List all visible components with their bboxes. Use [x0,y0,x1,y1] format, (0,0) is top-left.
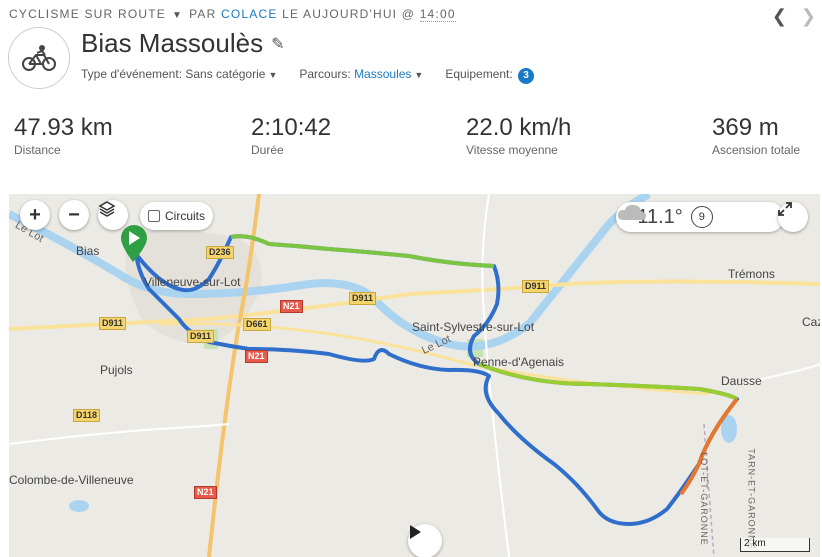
layers-icon [98,201,116,217]
route-track-warm [230,234,495,268]
place-label: Caz [802,315,820,329]
road-shield: D911 [99,317,127,330]
circuits-label: Circuits [165,209,206,223]
route-value[interactable]: Massoules [354,67,411,81]
play-icon [410,525,421,539]
cloud-icon [617,204,647,220]
road-shield: N21 [245,350,268,363]
activity-stats: 47.93 km Distance 2:10:42 Durée 22.0 km/… [0,114,822,162]
stat-value: 369 m [712,114,779,141]
play-replay-button[interactable] [408,524,442,557]
road-shield: N21 [280,300,303,313]
equipment-label: Equipement: [445,67,513,81]
road-shield: D911 [349,292,377,305]
stat-distance: 47.93 km Distance [14,114,113,157]
chevron-right-icon[interactable]: ❯ [801,6,816,26]
stat-label: Durée [251,143,284,157]
stat-value: 22.0 km/h [466,114,572,141]
event-type-value: Sans catégorie [185,67,266,81]
place-label: Penne-d'Agenais [473,355,565,369]
pencil-icon[interactable]: ✎ [271,34,284,54]
author-link[interactable]: COLACE [221,7,278,21]
place-label: Saint-Sylvestre-sur-Lot [412,320,535,334]
chevron-left-icon[interactable]: ❮ [772,6,787,26]
layers-button[interactable] [98,200,128,230]
place-label: Villeneuve-sur-Lot [144,275,241,289]
route-selector[interactable]: Parcours: Massoules ▼ [299,67,423,84]
place-label: Pujols [100,363,133,377]
region-label: TARN-ET-GARONNE [746,448,757,550]
activity-title: Bias Massoulès [81,28,264,58]
stat-value: 47.93 km [14,114,113,141]
equipment-selector[interactable]: Equipement: 3 [445,67,535,84]
category-dropdown-icon[interactable]: ▼ [172,10,183,21]
weather-widget: ‹ 11.1° 9 [616,202,784,232]
event-type-selector[interactable]: Type d'événement: Sans catégorie ▼ [81,67,277,84]
lake [69,500,89,512]
region-label: LOT-ET-GARONNE [698,452,709,546]
road-shield: D236 [206,246,234,259]
stat-label: Vitesse moyenne [466,143,558,157]
stat-elevation-gain: 369 m Ascension totale [712,114,800,157]
route-label: Parcours: [299,67,351,81]
fullscreen-button[interactable] [778,202,808,232]
equipment-count-badge[interactable]: 3 [518,68,535,84]
road-shield: D911 [522,280,550,293]
place-label: Bias [76,244,100,258]
activity-navigation: ❮ ❯ [772,6,816,26]
stat-label: Distance [14,143,61,157]
road-shield: D118 [73,409,101,422]
activity-title-row: Bias Massoulès ✎ [81,28,284,59]
chevron-down-icon: ▼ [268,70,278,80]
bicycle-icon [22,45,56,71]
road-shield: D661 [243,318,271,331]
stat-label: Ascension totale [712,143,801,157]
activity-meta: Type d'événement: Sans catégorie ▼ Parcou… [81,67,535,84]
stat-duration: 2:10:42 Durée [251,114,331,157]
road-shield: N21 [194,486,217,499]
circuits-checkbox[interactable] [148,210,160,222]
route-track-climb [679,397,739,496]
by-label: PAR [189,7,217,21]
stat-value: 2:10:42 [251,114,332,141]
expand-icon [778,202,792,216]
activity-breadcrumb: CYCLISME SUR ROUTE ▼ PAR COLACE LE AUJOURD… [9,7,456,22]
date-text: LE AUJOURD'HUI @ [282,7,416,21]
zoom-out-button[interactable]: − [59,200,89,230]
zoom-in-button[interactable]: + [20,200,50,230]
activity-time: 14:00 [419,7,456,22]
activity-type-avatar [8,27,70,89]
route-map[interactable]: Bias Villeneuve-sur-Lot Pujols Colombe-d… [9,194,820,557]
place-label: Dausse [721,374,762,388]
chevron-down-icon: ▼ [414,70,424,80]
wind-speed: 9 [690,206,713,228]
place-label: Trémons [728,267,775,281]
place-label: Colombe-de-Villeneuve [9,473,134,487]
stat-avg-speed: 22.0 km/h Vitesse moyenne [466,114,571,157]
road-shield: D911 [187,330,215,343]
event-type-label: Type d'événement: [81,67,183,81]
activity-category[interactable]: CYCLISME SUR ROUTE [9,7,166,21]
map-scale: 2 km [740,538,810,552]
road-local [9,423,230,445]
circuits-toggle[interactable]: Circuits [140,202,214,230]
